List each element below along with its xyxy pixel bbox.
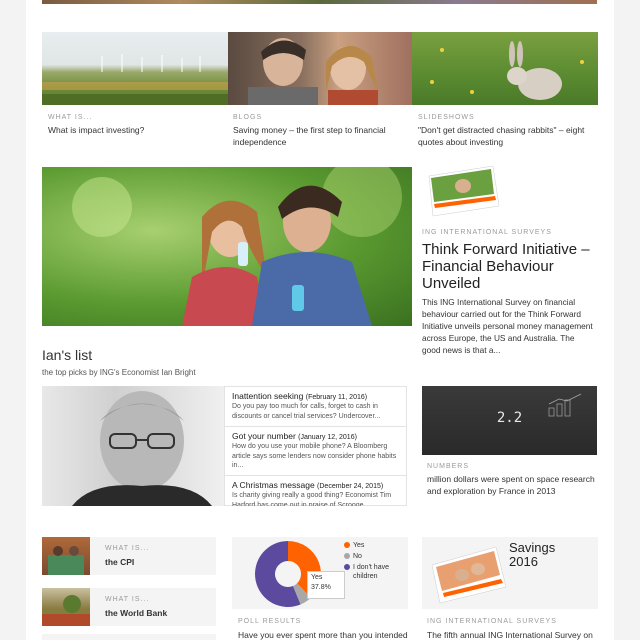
legend-item: I don't have children [344, 563, 406, 581]
savings-title: Savings 2016 [509, 541, 555, 569]
chalkboard-image[interactable]: 2.2 [422, 386, 597, 455]
legend-item: Yes [344, 541, 406, 550]
world-bank-thumbnail[interactable] [42, 588, 90, 626]
list-item-date: (December 24, 2015) [317, 483, 384, 490]
divider [225, 426, 406, 427]
feature-kicker: ING INTERNATIONAL SURVEYS [422, 229, 552, 236]
page-margin-left [0, 0, 26, 640]
poll-question-link[interactable]: Have you ever spent more than you intend… [238, 629, 413, 641]
savings-text-link[interactable]: The fifth annual ING International Surve… [427, 629, 599, 641]
savings-card[interactable]: Savings 2016 [422, 537, 598, 609]
what-is-kicker: WHAT IS... [105, 596, 150, 603]
numbers-kicker: NUMBERS [427, 463, 470, 470]
what-is-kicker: WHAT IS... [105, 545, 150, 552]
poll-card[interactable]: Yes 37.8% Yes No I don't have children [232, 537, 408, 609]
feature-excerpt: This ING International Survey on financi… [422, 297, 593, 355]
what-is-title-link[interactable]: the World Bank [105, 608, 167, 618]
couple-portrait-image[interactable] [228, 32, 412, 105]
card-kicker: SLIDESHOWS [418, 114, 475, 121]
savings-title-line: Savings [509, 540, 556, 555]
list-item-excerpt: Is charity giving really a good thing? E… [232, 492, 392, 506]
list-item-title-text[interactable]: Got your number [232, 431, 296, 441]
numbers-title-link[interactable]: million dollars were spent on space rese… [427, 473, 597, 497]
rabbit-image[interactable] [412, 32, 598, 105]
card-title-link[interactable]: "Don't get distracted chasing rabbits" –… [418, 124, 593, 148]
legend-swatch [344, 553, 350, 559]
card-kicker: WHAT IS... [48, 114, 93, 121]
legend-label: No [353, 553, 362, 560]
list-item-date: (January 12, 2016) [298, 434, 357, 441]
chalk-chart-icon [548, 393, 582, 417]
poll-tooltip-value: 37.8% [311, 584, 331, 591]
card-title-link[interactable]: What is impact investing? [48, 124, 218, 136]
feature-couple-image[interactable] [42, 167, 412, 326]
list-item-excerpt: How do you use your mobile phone? A Bloo… [232, 443, 397, 469]
list-item-title[interactable]: Got your number (January 12, 2016) [232, 431, 402, 441]
ian-bright-portrait [42, 386, 225, 506]
page-margin-right [614, 0, 640, 640]
card-title-link[interactable]: Saving money – the first step to financi… [233, 124, 403, 148]
card-kicker: BLOGS [233, 114, 263, 121]
cpi-thumbnail[interactable] [42, 537, 90, 575]
legend-swatch [344, 564, 350, 570]
list-item-excerpt: Do you pay too much for calls, forget to… [232, 403, 381, 420]
list-item-title[interactable]: Inattention seeking (February 11, 2016) [232, 391, 402, 401]
savings-kicker: ING INTERNATIONAL SURVEYS [427, 618, 557, 625]
legend-item: No [344, 552, 406, 561]
ians-list-subheading: the top picks by ING's Economist Ian Bri… [42, 368, 196, 377]
legend-label: Yes [353, 542, 365, 549]
poll-kicker: POLL RESULTS [238, 618, 302, 625]
list-item-title-text[interactable]: A Christmas message [232, 480, 315, 490]
what-is-card-partial [42, 634, 216, 640]
savings-title-line: 2016 [509, 554, 538, 569]
list-item-title-text[interactable]: Inattention seeking [232, 391, 303, 401]
legend-label: I don't have children [353, 564, 389, 580]
previous-row-image-strip [42, 0, 597, 4]
list-item-title[interactable]: A Christmas message (December 24, 2015) [232, 480, 402, 490]
wind-turbines-image[interactable] [42, 32, 228, 105]
legend-swatch [344, 542, 350, 548]
divider [225, 475, 406, 476]
feature-title-link[interactable]: Think Forward Initiative – Financial Beh… [422, 241, 602, 292]
poll-tooltip: Yes 37.8% [307, 571, 345, 599]
ians-list-heading: Ian's list [42, 347, 93, 363]
survey-report-thumbnail[interactable] [423, 164, 503, 219]
poll-legend: Yes No I don't have children [344, 541, 406, 581]
poll-tooltip-label: Yes [311, 574, 323, 581]
savings-report-thumbnail [431, 546, 507, 604]
list-item-date: (February 11, 2016) [305, 394, 368, 401]
what-is-title-link[interactable]: the CPI [105, 557, 134, 567]
